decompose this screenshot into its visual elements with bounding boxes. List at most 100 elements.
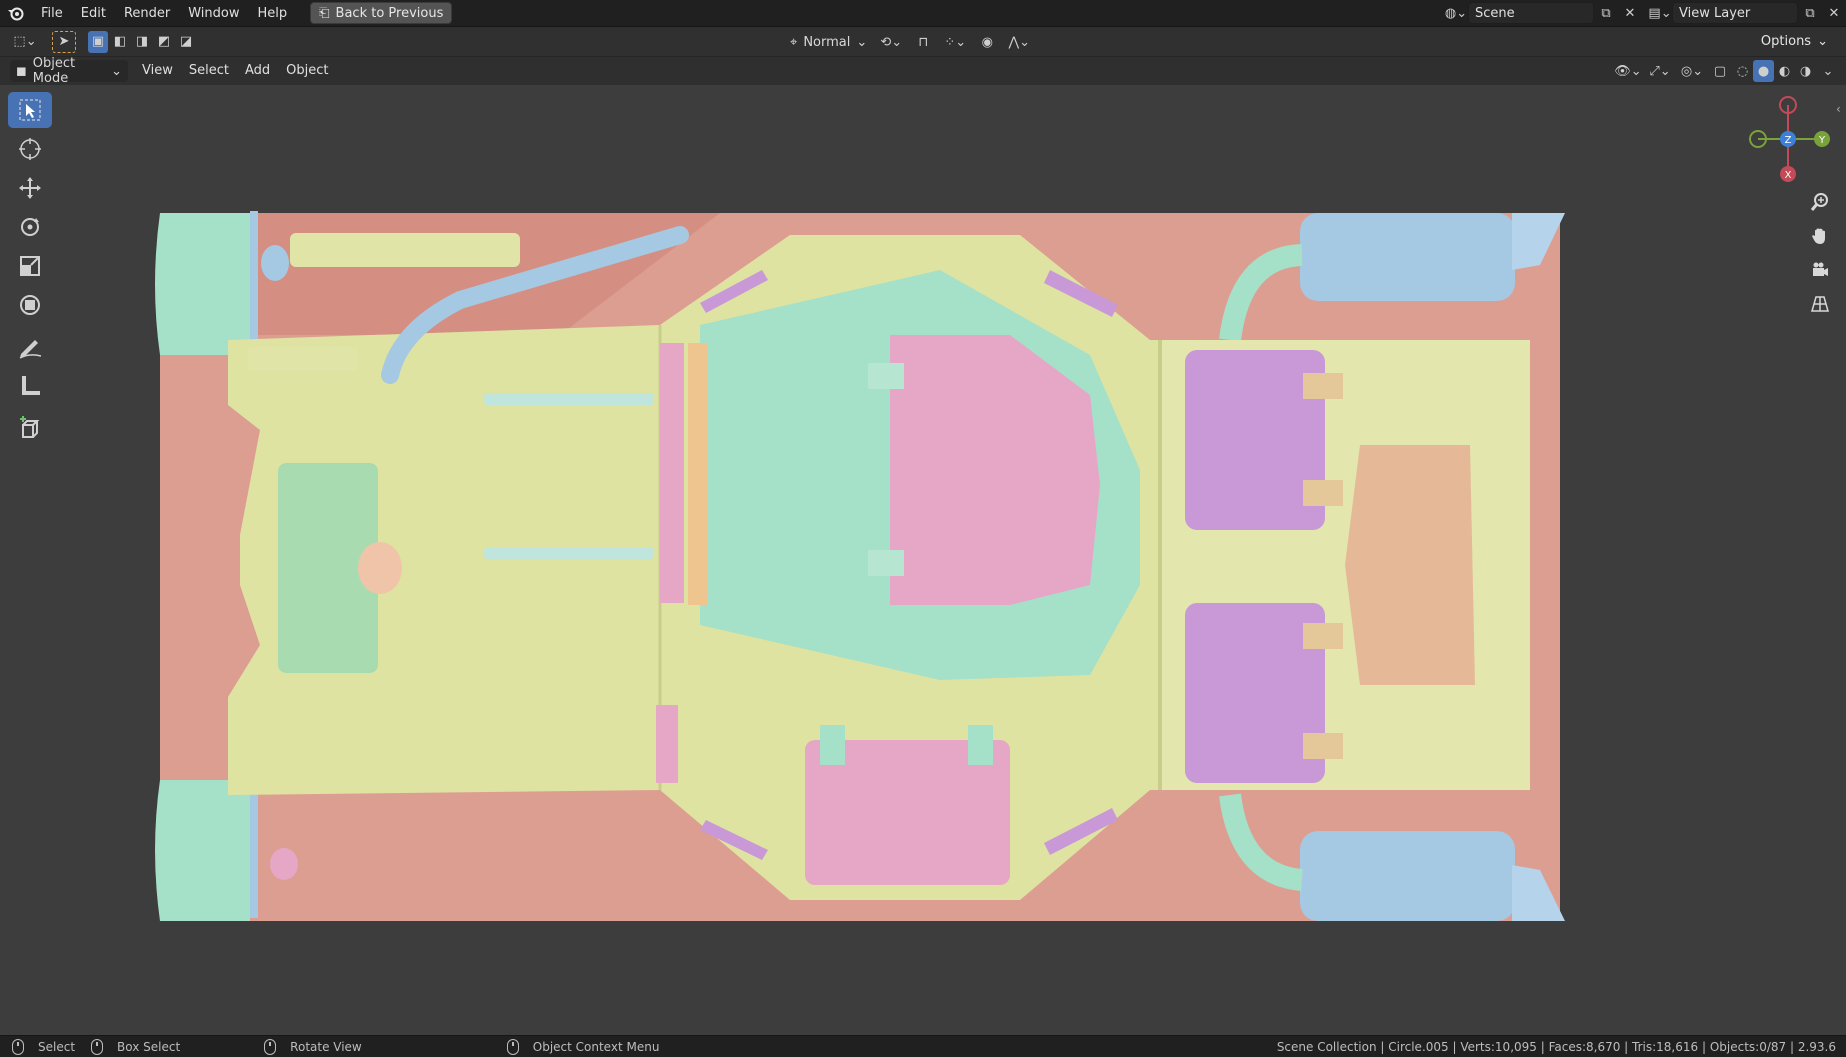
turret-clamp bbox=[868, 363, 904, 389]
transform-tool[interactable] bbox=[8, 287, 52, 323]
select-box-tool[interactable] bbox=[8, 92, 52, 128]
snap-target-icon[interactable]: ⁘⌄ bbox=[939, 31, 971, 53]
viewport-menu-add[interactable]: Add bbox=[237, 58, 278, 84]
cursor-tool[interactable] bbox=[8, 131, 52, 167]
mode-dropdown[interactable]: ◼ Object Mode ⌄ bbox=[10, 56, 128, 86]
turret-clamp bbox=[868, 550, 904, 576]
wireframe-shading-icon[interactable]: ◌ bbox=[1732, 60, 1753, 82]
select-invert-icon[interactable]: ◩ bbox=[154, 31, 174, 53]
transform-orientation-dropdown[interactable]: ⌖ Normal ⌄ bbox=[786, 31, 871, 53]
transform-controls: ⌖ Normal ⌄ ⟲⌄ ⊓ ⁘⌄ ◉ ⋀⌄ bbox=[786, 31, 1035, 53]
scene-name-field[interactable]: Scene bbox=[1468, 2, 1594, 24]
transform-icon bbox=[20, 295, 40, 315]
move-tool[interactable] bbox=[8, 170, 52, 206]
barrel-upper bbox=[484, 393, 654, 405]
mouse-right-icon bbox=[506, 1038, 519, 1055]
view-layer-browse-icon[interactable]: ▤⌄ bbox=[1648, 2, 1672, 24]
status-box-select-label: Box Select bbox=[117, 1039, 181, 1054]
menu-window[interactable]: Window bbox=[179, 0, 248, 27]
viewport-menu-object[interactable]: Object bbox=[278, 58, 336, 84]
sidebar-toggle-icon[interactable]: ‹ bbox=[1836, 102, 1841, 116]
ruler-icon bbox=[22, 376, 40, 395]
mouse-middle-icon bbox=[264, 1038, 277, 1055]
transform-orientation-value: Normal bbox=[803, 34, 851, 50]
side-gun bbox=[290, 233, 520, 267]
add-cube-tool[interactable] bbox=[8, 410, 52, 446]
fender-edge-bottom bbox=[250, 782, 258, 918]
remove-scene-icon[interactable]: ✕ bbox=[1618, 2, 1642, 24]
blender-logo-icon[interactable] bbox=[0, 0, 32, 27]
menu-help[interactable]: Help bbox=[249, 0, 297, 27]
overlays-icon[interactable]: ◎⌄ bbox=[1676, 60, 1708, 82]
status-select-label: Select bbox=[38, 1039, 76, 1054]
camera-view-icon[interactable] bbox=[1804, 254, 1836, 286]
viewport-menu-select[interactable]: Select bbox=[181, 58, 237, 84]
rendered-shading-icon[interactable]: ◑ bbox=[1795, 60, 1816, 82]
back-to-previous-label: Back to Previous bbox=[335, 5, 444, 21]
rotate-tool[interactable] bbox=[8, 209, 52, 245]
scene-browse-icon[interactable]: ◍⌄ bbox=[1444, 2, 1468, 24]
navigation-tools bbox=[1804, 186, 1836, 322]
viewport-menu-view[interactable]: View bbox=[134, 58, 181, 84]
perspective-toggle-icon[interactable] bbox=[1804, 288, 1836, 320]
menu-file[interactable]: File bbox=[32, 0, 72, 27]
remove-view-layer-icon[interactable]: ✕ bbox=[1822, 2, 1846, 24]
panel-latch bbox=[1303, 480, 1343, 506]
options-dropdown[interactable]: Options ⌄ bbox=[1752, 30, 1836, 53]
view-layer-field[interactable]: View Layer bbox=[1672, 2, 1798, 24]
status-rotate-hint: Rotate View bbox=[264, 1038, 362, 1055]
pan-hand-icon[interactable] bbox=[1804, 220, 1836, 252]
navigation-gizmo[interactable]: Z Y X bbox=[1740, 90, 1836, 186]
shading-modes: ◌ ● ◐ ◑ bbox=[1732, 60, 1816, 82]
view-layer-label: View Layer bbox=[1679, 5, 1751, 21]
pivot-point-icon[interactable]: ⟲⌄ bbox=[875, 31, 907, 53]
hatch-hinge bbox=[820, 725, 845, 765]
fender-top-left bbox=[155, 213, 250, 355]
select-extend-icon[interactable]: ◧ bbox=[110, 31, 130, 53]
active-tool-icon[interactable]: ➤ bbox=[52, 30, 76, 53]
turret-side-strip bbox=[688, 343, 708, 605]
3d-viewport[interactable] bbox=[0, 85, 1846, 1035]
move-arrows-icon bbox=[19, 177, 41, 199]
material-shading-icon[interactable]: ◐ bbox=[1774, 60, 1795, 82]
tank-model bbox=[155, 211, 1565, 921]
mouse-left-icon bbox=[12, 1038, 24, 1055]
zoom-icon[interactable] bbox=[1804, 186, 1836, 218]
tool-shelf bbox=[8, 92, 54, 449]
back-icon: ⎗ bbox=[319, 5, 330, 21]
menu-render[interactable]: Render bbox=[115, 0, 179, 27]
annotate-tool[interactable] bbox=[8, 329, 52, 365]
viewport-header: ◼ Object Mode ⌄ View Select Add Object 👁… bbox=[0, 56, 1846, 86]
scene-name-label: Scene bbox=[1475, 5, 1515, 21]
falloff-icon[interactable]: ⋀⌄ bbox=[1003, 31, 1035, 53]
scale-tool[interactable] bbox=[8, 248, 52, 284]
headlight-right bbox=[270, 848, 298, 880]
select-intersect-icon[interactable]: ◪ bbox=[176, 31, 196, 53]
xray-icon[interactable]: ▢ bbox=[1708, 60, 1732, 82]
back-to-previous-button[interactable]: ⎗ Back to Previous bbox=[310, 2, 453, 24]
editor-type-icon[interactable]: ⬚⌄ bbox=[8, 31, 42, 53]
status-select-hint: Select bbox=[12, 1038, 76, 1055]
snap-toggle-icon[interactable]: ⊓ bbox=[911, 31, 935, 53]
new-view-layer-icon[interactable]: ⧉ bbox=[1798, 2, 1822, 24]
gizmo-toggle-icon[interactable]: ⤢⌄ bbox=[1644, 60, 1676, 82]
mouse-drag-icon bbox=[91, 1038, 104, 1055]
gizmo-z-label: Z bbox=[1785, 135, 1792, 146]
visibility-icon[interactable]: 👁⌄ bbox=[1612, 60, 1644, 82]
menu-edit[interactable]: Edit bbox=[72, 0, 115, 27]
pencil-icon bbox=[19, 340, 42, 359]
select-new-icon[interactable]: ▣ bbox=[88, 30, 108, 53]
measure-tool[interactable] bbox=[8, 368, 52, 404]
proportional-edit-icon[interactable]: ◉ bbox=[975, 31, 999, 53]
crosshair-icon bbox=[19, 138, 41, 160]
select-subtract-icon[interactable]: ◨ bbox=[132, 31, 152, 53]
solid-shading-icon[interactable]: ● bbox=[1753, 60, 1774, 82]
status-box-select-hint: Box Select bbox=[91, 1038, 181, 1055]
shading-options-chevron-icon[interactable]: ⌄ bbox=[1816, 60, 1840, 82]
add-cube-icon bbox=[20, 416, 40, 438]
new-scene-icon[interactable]: ⧉ bbox=[1594, 2, 1618, 24]
panel-latch bbox=[1303, 373, 1343, 399]
scene-statistics: Scene Collection | Circle.005 | Verts:10… bbox=[1276, 1039, 1836, 1054]
chevron-down-icon: ⌄ bbox=[856, 34, 868, 50]
front-mount bbox=[248, 347, 358, 371]
